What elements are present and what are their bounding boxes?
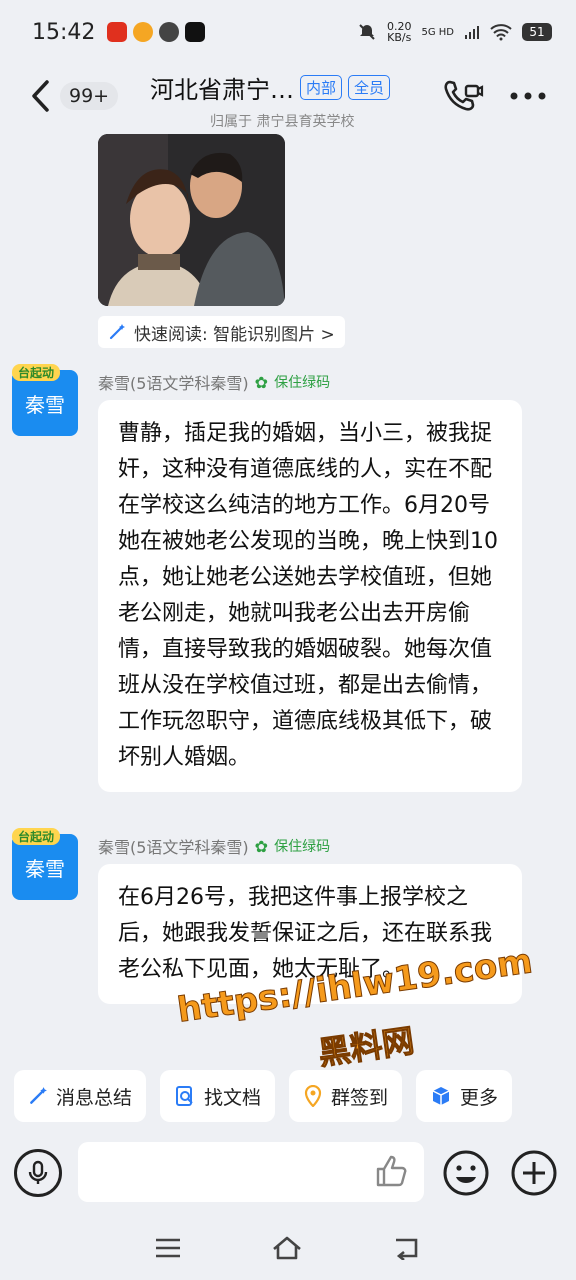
smiley-icon: [443, 1150, 489, 1196]
chat-messages[interactable]: 快速阅读: 智能识别图片 > 秦雪 台起动 秦雪(5语文学科秦雪) ✿ 保住绿码…: [0, 134, 576, 1064]
add-attachment-button[interactable]: [510, 1149, 558, 1197]
voice-input-button[interactable]: [14, 1149, 62, 1197]
system-nav-bar: [0, 1216, 576, 1280]
thumbs-up-icon: [376, 1155, 407, 1187]
group-title: 河北省肃宁…: [150, 76, 294, 104]
more-dots-icon: [510, 92, 546, 100]
group-checkin-button[interactable]: 群签到: [289, 1070, 403, 1122]
cell-signal-icon: [465, 26, 479, 39]
summary-button[interactable]: 消息总结: [14, 1070, 147, 1122]
back-button[interactable]: [22, 78, 58, 114]
tag-internal: 内部: [300, 75, 343, 100]
weibo-icon: [133, 22, 154, 42]
health-code-label: 保住绿码: [274, 375, 331, 391]
message-bubble[interactable]: 曹静，插足我的婚姻，当小三，被我捉奸，这种没有道德底线的人，实在不配在学校这么纯…: [98, 400, 522, 792]
health-code-icon: ✿: [254, 372, 269, 392]
status-time: 15:42: [32, 19, 96, 45]
find-document-button[interactable]: 找文档: [160, 1070, 276, 1122]
avatar-badge: 台起动: [12, 828, 61, 845]
battery-indicator: 51: [522, 23, 552, 41]
avatar-text: 秦雪: [25, 392, 65, 417]
tag-all-members: 全员: [348, 75, 391, 100]
group-checkin-label: 群签到: [331, 1086, 389, 1109]
plus-circle-icon: [511, 1150, 557, 1196]
call-button[interactable]: [442, 78, 484, 114]
phone-video-icon: [444, 80, 484, 111]
netease-music-icon: [107, 22, 128, 42]
message-icon: [159, 22, 180, 42]
health-code-label: 保住绿码: [274, 839, 331, 855]
sender-name-row: 秦雪(5语文学科秦雪) ✿ 保住绿码: [98, 834, 330, 858]
avatar-badge: 台起动: [12, 364, 61, 381]
doc-search-icon: [176, 1086, 193, 1106]
magic-wand-icon: [30, 1087, 47, 1104]
status-bar: 15:42 0.20 KB/s 5G HD 51: [0, 0, 576, 64]
signal-label: 5G HD: [421, 26, 454, 38]
like-button[interactable]: [374, 1153, 410, 1189]
sender-name-row: 秦雪(5语文学科秦雪) ✿ 保住绿码: [98, 370, 330, 394]
emoji-button[interactable]: [442, 1149, 490, 1197]
more-options-button[interactable]: [508, 80, 548, 112]
location-pin-icon: [304, 1085, 322, 1107]
avatar-text: 秦雪: [25, 856, 65, 881]
cube-icon: [432, 1087, 450, 1105]
sender-name: 秦雪(5语文学科秦雪): [98, 374, 249, 393]
status-app-icons: [107, 22, 206, 42]
net-speed: 0.20 KB/s: [387, 21, 412, 43]
tiktok-icon: [185, 22, 206, 42]
home-icon[interactable]: [271, 1235, 303, 1261]
message-input[interactable]: [78, 1142, 424, 1202]
mute-bell-icon: [359, 24, 375, 40]
sender-name: 秦雪(5语文学科秦雪): [98, 838, 249, 857]
photo-image: [98, 134, 285, 306]
net-speed-unit: KB/s: [387, 31, 412, 44]
back-nav-icon[interactable]: [392, 1236, 422, 1260]
wifi-icon: [490, 24, 512, 41]
summary-label: 消息总结: [56, 1086, 133, 1109]
more-tools-label: 更多: [460, 1086, 499, 1109]
quick-read-banner[interactable]: 快速阅读: 智能识别图片 >: [98, 316, 345, 348]
unread-count-badge[interactable]: 99+: [60, 82, 119, 110]
shared-photo[interactable]: [98, 134, 285, 306]
more-tools-button[interactable]: 更多: [416, 1070, 513, 1122]
status-right: 0.20 KB/s 5G HD 51: [357, 21, 552, 43]
microphone-icon: [28, 1160, 48, 1184]
message-text: 曹静，插足我的婚姻，当小三，被我捉奸，这种没有道德底线的人，实在不配在学校这么纯…: [118, 421, 498, 770]
quick-read-label: 快速阅读: 智能识别图片 >: [134, 324, 335, 345]
find-document-label: 找文档: [204, 1086, 262, 1109]
title-block[interactable]: 河北省肃宁… 内部 全员 归属于 肃宁县育英学校: [150, 70, 440, 131]
group-subtitle: 归属于 肃宁县育英学校: [210, 114, 355, 130]
chevron-left-icon: [32, 80, 49, 112]
health-code-icon: ✿: [254, 836, 269, 856]
menu-icon[interactable]: [154, 1237, 182, 1259]
magic-wand-icon: [109, 324, 125, 340]
chat-header: 99+ 河北省肃宁… 内部 全员 归属于 肃宁县育英学校: [0, 64, 576, 134]
message-input-bar: [0, 1136, 576, 1216]
quick-action-toolbar: 消息总结 找文档 群签到 更多: [0, 1066, 576, 1130]
